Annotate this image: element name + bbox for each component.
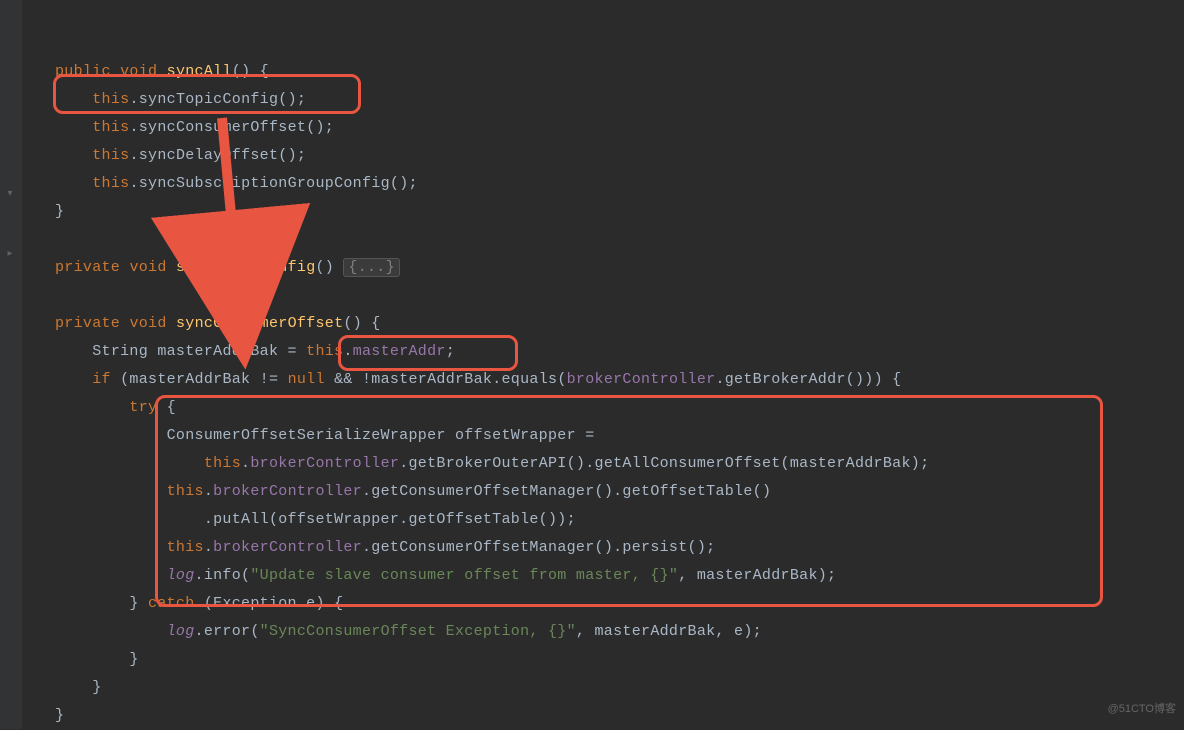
fold-marker-icon[interactable]: ▸ (3, 241, 17, 255)
call-syncSubscriptionGroupConfig: syncSubscriptionGroupConfig (139, 175, 390, 192)
logger-ref: log (167, 623, 195, 640)
field-brokerController: brokerController (213, 483, 362, 500)
editor-gutter: ▾ ▸ (0, 0, 22, 729)
kw-this: this (306, 343, 343, 360)
code-editor[interactable]: public void syncAll() { this.syncTopicCo… (55, 30, 929, 730)
method-syncAll: syncAll (167, 63, 232, 80)
method-syncConsumerOffset: syncConsumerOffset (176, 315, 343, 332)
kw-try: try (129, 399, 157, 416)
kw-this: this (92, 91, 129, 108)
call-syncDelayOffset: syncDelayOffset (139, 147, 279, 164)
fold-marker-icon[interactable]: ▾ (3, 181, 17, 195)
kw-this: this (92, 175, 129, 192)
field-masterAddr: masterAddr (353, 343, 446, 360)
kw-void: void (129, 315, 166, 332)
kw-this: this (167, 539, 204, 556)
call-syncTopicConfig: syncTopicConfig (139, 91, 279, 108)
field-brokerController: brokerController (567, 371, 716, 388)
kw-this: this (167, 483, 204, 500)
kw-catch: catch (148, 595, 195, 612)
code-fold-region[interactable]: {...} (343, 258, 400, 277)
kw-void: void (129, 259, 166, 276)
field-brokerController: brokerController (250, 455, 399, 472)
method-syncTopicConfig: syncTopicConfig (176, 259, 316, 276)
kw-public: public (55, 63, 111, 80)
kw-if: if (92, 371, 111, 388)
string-literal: "SyncConsumerOffset Exception, {}" (260, 623, 576, 640)
call-syncConsumerOffset: syncConsumerOffset (139, 119, 306, 136)
string-literal: "Update slave consumer offset from maste… (250, 567, 678, 584)
kw-null: null (288, 371, 325, 388)
kw-this: this (92, 147, 129, 164)
watermark-text: @51CTO博客 (1108, 695, 1176, 723)
kw-private: private (55, 315, 120, 332)
field-brokerController: brokerController (213, 539, 362, 556)
kw-void: void (120, 63, 157, 80)
kw-private: private (55, 259, 120, 276)
logger-ref: log (167, 567, 195, 584)
var-offsetWrapper: ConsumerOffsetSerializeWrapper offsetWra… (167, 427, 595, 444)
kw-this: this (204, 455, 241, 472)
kw-this: this (92, 119, 129, 136)
